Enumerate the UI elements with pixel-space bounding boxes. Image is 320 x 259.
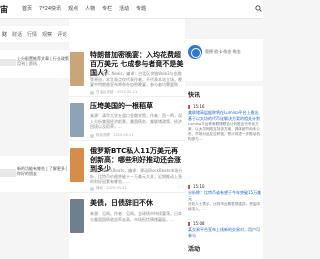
article-summary: 来源：BlockBeats，编译：律动BlockBeats市场分析，比特币价格突…: [90, 168, 183, 184]
timeline-marker: [188, 104, 190, 109]
main-nav: 首页 7*24快讯 观点 人物 专栏 活动 专题: [22, 5, 153, 13]
timeline-marker: [188, 221, 190, 226]
article-meta: 律动 · 2025-05-21: [90, 186, 127, 191]
flash-item[interactable]: 15:10 分析称：比特币或有望于今年突破15万美元 分析人士表示，比特币近期表…: [188, 184, 262, 212]
article-title[interactable]: 美债，日债辞旧不休: [90, 199, 184, 208]
author-avatar[interactable]: [188, 45, 202, 59]
timeline-marker: [188, 184, 190, 189]
nav-topics[interactable]: 专题: [136, 5, 146, 13]
flash-time-text: 15:08: [193, 221, 205, 226]
promo-placeholder: [0, 59, 16, 66]
flash-time-text: 15:10: [193, 184, 205, 189]
author-name[interactable]: 奥德·欧卡·陈金·陈金: [205, 49, 241, 55]
nav-home[interactable]: 首页: [22, 5, 32, 13]
category-tabs: 财 财话 行情 观察 评论 技术 百科: [0, 26, 97, 42]
promo-placeholder: [0, 169, 16, 177]
article-title[interactable]: 压垮美国的一根稻草: [90, 102, 184, 111]
site-logo[interactable]: 宙: [0, 4, 8, 15]
flash-time: 15:16: [188, 104, 262, 109]
flash-time-text: 15:16: [193, 104, 205, 109]
activity-section-title: 活动: [188, 246, 201, 253]
promo-card-top[interactable]: 上分配置推荐文章 | 行业政策月刊 | 资讯: [0, 50, 69, 78]
article-meta: 财经观察 · 2025-05-21: [90, 133, 134, 138]
flash-section-title: 快讯: [188, 92, 201, 99]
article-meta-text: 律动 · 2025-05-21: [96, 186, 127, 190]
right-column: 奥德·欧卡·陈金·陈金 快讯 15:16 美联储高层据称将在Lumina平台上推…: [185, 19, 263, 259]
flash-body: 分析人士表示，比特币近期表现强劲，资金持续流入，...: [188, 202, 260, 211]
flash-headline[interactable]: 某交易平台宣布上线新的交易对，用户可参与: [188, 227, 262, 238]
nav-column[interactable]: 专栏: [102, 5, 112, 13]
top-navigation-bar: 宙 首页 7*24快讯 观点 人物 专栏 活动 专题: [0, 0, 263, 19]
article-thumbnail[interactable]: [70, 103, 84, 137]
flash-headline[interactable]: 分析称：比特币或有望于今年突破15万美元: [188, 190, 262, 201]
flash-body: Lumina平台称美联储联合计划推出代币化方案，以太坊网络支持该方案，具体细节尚…: [188, 122, 260, 141]
article-summary: 来源：见闻，作者：见闻，全球债市持续震荡，日本与美国国债收益率走高，市场担忧情绪…: [90, 211, 182, 222]
promo-text: 新的功能有哪些 | 了解更多 | 你好的朋友: [17, 166, 68, 176]
search-icon[interactable]: [255, 5, 262, 12]
flash-time: 15:08: [188, 221, 262, 226]
article-summary: 来源：BBC News，编译：白话区块链Web3与金融等原创，本文观点仅代表作者…: [90, 71, 182, 87]
nav-opinion[interactable]: 观点: [68, 5, 78, 13]
author-avatar: [90, 90, 94, 95]
article-meta: 白话区块链 · 2025-05-21: [90, 90, 137, 95]
flash-item[interactable]: 15:08 某交易平台宣布上线新的交易对，用户可参与: [188, 221, 262, 238]
category-tab[interactable]: 行情: [27, 31, 37, 38]
category-tab[interactable]: 评论: [57, 31, 67, 38]
article-summary: 来源：清华大学五道口金融学院，作者：西一鸣，深入分析美国经济前景，美国债务、美联…: [90, 113, 182, 129]
article-thumbnail[interactable]: [70, 148, 84, 182]
flash-time: 15:10: [188, 184, 262, 189]
author-card[interactable]: 奥德·欧卡·陈金·陈金: [185, 39, 263, 81]
nav-flash[interactable]: 7*24快讯: [39, 5, 61, 13]
promo-card-bottom[interactable]: 新的功能有哪些 | 了解更多 | 你好的朋友: [0, 156, 69, 192]
article-item[interactable]: 俄罗斯BTC私人11万美元再创新高：哪些利好推动还会涨到多少 来源：BlockB…: [69, 143, 185, 193]
article-thumbnail[interactable]: [70, 199, 84, 233]
left-column: 财 财话 行情 观察 评论 技术 百科 上分配置推荐文章 | 行业政策月刊 | …: [0, 19, 97, 259]
promo-text: 上分配置推荐文章 | 行业政策月刊 | 资讯: [17, 56, 69, 66]
article-meta-text: 白话区块链 · 2025-05-21: [96, 90, 138, 94]
nav-people[interactable]: 人物: [85, 5, 95, 13]
category-tab[interactable]: 财: [2, 31, 7, 38]
category-tab[interactable]: 财话: [12, 31, 22, 38]
flash-item[interactable]: 15:16 美联储高层据称将在Lumina平台上推出基于以太坊的代币化解决方案的…: [188, 104, 262, 172]
author-avatar: [90, 186, 94, 191]
article-thumbnail[interactable]: [70, 52, 84, 86]
nav-events[interactable]: 活动: [119, 5, 129, 13]
flash-headline[interactable]: 美联储高层据称将在Lumina平台上推出基于以太坊的代币化解决方案的相关计划: [188, 110, 262, 121]
category-tab[interactable]: 观察: [42, 31, 52, 38]
article-item[interactable]: 压垮美国的一根稻草 来源：清华大学五道口金融学院，作者：西一鸣，深入分析美国经济…: [69, 99, 185, 141]
article-item[interactable]: 特朗普加密晚宴：入均花费超百万美元 七成参与者竟不是美国人？ 来源：BBC Ne…: [69, 47, 185, 97]
flash-news-panel: 快讯 15:16 美联储高层据称将在Lumina平台上推出基于以太坊的代币化解决…: [185, 86, 263, 259]
article-feed: 特朗普加密晚宴：入均花费超百万美元 七成参与者竟不是美国人？ 来源：BBC Ne…: [69, 19, 185, 259]
article-meta-text: 财经观察 · 2025-05-21: [96, 133, 134, 137]
article-item[interactable]: 美债，日债辞旧不休 来源：见闻，作者：见闻，全球债市持续震荡，日本与美国国债收益…: [69, 195, 185, 259]
author-avatar: [90, 133, 94, 138]
